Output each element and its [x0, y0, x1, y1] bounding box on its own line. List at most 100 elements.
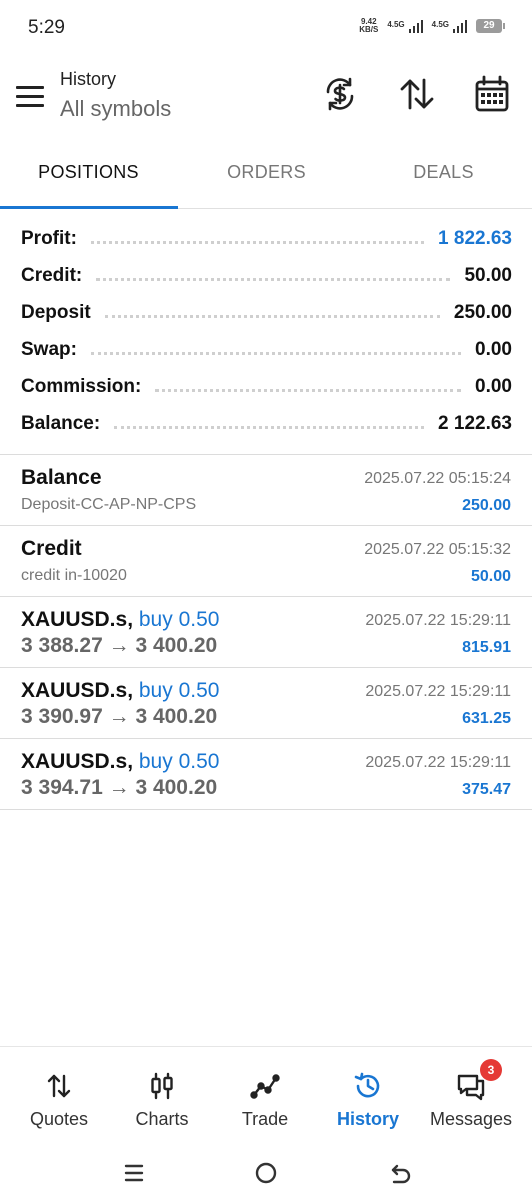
nav-charts[interactable]: Charts: [109, 1047, 215, 1145]
dotted-leader: [90, 352, 462, 355]
list-item[interactable]: Credit credit in-10020 2025.07.22 05:15:…: [0, 526, 532, 597]
signal-icon: 4.5G: [432, 19, 467, 33]
dotted-leader: [114, 426, 425, 429]
item-side: buy 0.50: [138, 750, 220, 773]
item-side: buy 0.50: [138, 608, 220, 631]
item-title: XAUUSD.s, buy 0.50: [21, 608, 219, 632]
summary-label: Balance:: [21, 412, 101, 434]
account-summary: Profit: 1 822.63 Credit: 50.00 Deposit 2…: [0, 220, 532, 442]
summary-value: 0.00: [475, 375, 512, 397]
list-item[interactable]: XAUUSD.s, buy 0.50 3 390.97 → 3 400.20 2…: [0, 668, 532, 739]
summary-row-balance: Balance: 2 122.63: [0, 405, 532, 442]
network-speed: 9.42 KB/S: [359, 18, 378, 34]
item-time: 2025.07.22 05:15:32: [364, 541, 511, 558]
summary-label: Profit:: [21, 227, 77, 249]
dotted-leader: [155, 389, 462, 392]
tab-positions[interactable]: POSITIONS: [0, 146, 177, 208]
arrow: →: [108, 634, 130, 657]
status-indicators: 9.42 KB/S 4.5G 4.5G 29: [359, 18, 505, 34]
nav-quotes[interactable]: Quotes: [6, 1047, 112, 1145]
open-price: 3 394.71: [21, 776, 103, 799]
nav-messages[interactable]: 3 Messages: [418, 1047, 524, 1145]
item-symbol: XAUUSD.s,: [21, 750, 134, 773]
tab-deals[interactable]: DEALS: [355, 146, 532, 208]
item-prices: 3 390.97 → 3 400.20: [21, 705, 217, 729]
trade-icon: [250, 1071, 280, 1101]
dotted-leader: [90, 241, 425, 244]
item-comment: credit in-10020: [21, 567, 127, 584]
item-amount: 631.25: [462, 710, 511, 727]
close-price: 3 400.20: [135, 776, 218, 799]
summary-value: 50.00: [464, 264, 512, 286]
open-price: 3 388.27: [21, 634, 103, 657]
menu-icon[interactable]: [16, 86, 44, 108]
history-list: Balance Deposit-CC-AP-NP-CPS 2025.07.22 …: [0, 454, 532, 810]
item-time: 2025.07.22 05:15:24: [364, 470, 511, 487]
item-amount: 375.47: [462, 781, 511, 798]
list-item[interactable]: XAUUSD.s, buy 0.50 3 388.27 → 3 400.20 2…: [0, 597, 532, 668]
system-nav-bar: [0, 1144, 532, 1200]
item-title: XAUUSD.s, buy 0.50: [21, 679, 219, 703]
page-title: History: [60, 69, 117, 89]
item-time: 2025.07.22 15:29:11: [365, 683, 511, 700]
summary-value: 250.00: [453, 301, 512, 323]
active-tab-indicator: [0, 206, 178, 209]
history-icon: [353, 1071, 383, 1101]
arrow: →: [108, 705, 130, 728]
signal-icon: 4.5G: [387, 19, 423, 33]
symbol-filter[interactable]: All symbols: [60, 96, 171, 122]
summary-row-profit: Profit: 1 822.63: [0, 220, 532, 257]
summary-row-deposit: Deposit 250.00: [0, 294, 532, 331]
currency-exchange-icon[interactable]: [320, 74, 360, 114]
network-speed-unit: KB/S: [359, 25, 379, 34]
summary-row-commission: Commission: 0.00: [0, 368, 532, 405]
dotted-leader: [104, 315, 440, 318]
item-amount: 250.00: [462, 497, 511, 514]
battery-icon: 29: [476, 19, 505, 33]
close-price: 3 400.20: [135, 634, 218, 657]
summary-label: Credit:: [21, 264, 83, 286]
nav-label: Messages: [429, 1109, 513, 1129]
item-comment: Deposit-CC-AP-NP-CPS: [21, 496, 197, 513]
item-prices: 3 394.71 → 3 400.20: [21, 776, 217, 800]
item-time: 2025.07.22 15:29:11: [365, 612, 511, 629]
tab-orders[interactable]: ORDERS: [178, 146, 355, 208]
nav-history[interactable]: History: [315, 1047, 421, 1145]
item-amount: 815.91: [462, 639, 511, 656]
bottom-nav: Quotes Charts Trade History 3 Messages: [0, 1046, 532, 1145]
app-bar: History All symbols: [0, 56, 532, 146]
open-price: 3 390.97: [21, 705, 103, 728]
item-title: Credit: [21, 537, 82, 560]
nav-label: Trade: [241, 1109, 289, 1129]
item-prices: 3 388.27 → 3 400.20: [21, 634, 217, 658]
summary-label: Commission:: [21, 375, 142, 397]
list-item[interactable]: XAUUSD.s, buy 0.50 3 394.71 → 3 400.20 2…: [0, 739, 532, 810]
back-icon[interactable]: [384, 1158, 414, 1188]
summary-label: Swap:: [21, 338, 77, 360]
nav-trade[interactable]: Trade: [212, 1047, 318, 1145]
nav-label: History: [336, 1109, 399, 1129]
item-amount: 50.00: [470, 568, 511, 585]
nav-label: Quotes: [29, 1109, 89, 1129]
home-icon[interactable]: [251, 1158, 281, 1188]
status-time: 5:29: [28, 17, 65, 38]
summary-label: Deposit: [21, 301, 91, 323]
item-time: 2025.07.22 15:29:11: [365, 754, 511, 771]
charts-icon: [147, 1071, 177, 1101]
quotes-icon: [44, 1071, 74, 1101]
item-title: XAUUSD.s, buy 0.50: [21, 750, 219, 774]
tab-bar: POSITIONS ORDERS DEALS: [0, 146, 532, 209]
summary-value: 1 822.63: [438, 227, 512, 249]
list-item[interactable]: Balance Deposit-CC-AP-NP-CPS 2025.07.22 …: [0, 455, 532, 526]
status-bar: 5:29 9.42 KB/S 4.5G 4.5G 29: [0, 0, 532, 56]
summary-row-credit: Credit: 50.00: [0, 257, 532, 294]
item-symbol: XAUUSD.s,: [21, 679, 134, 702]
item-side: buy 0.50: [138, 679, 220, 702]
item-title: Balance: [21, 466, 102, 489]
sort-icon[interactable]: [397, 74, 437, 114]
recent-apps-icon[interactable]: [119, 1158, 149, 1188]
summary-value: 0.00: [475, 338, 512, 360]
calendar-icon[interactable]: [472, 74, 512, 114]
dotted-leader: [96, 278, 451, 281]
nav-label: Charts: [135, 1109, 189, 1129]
